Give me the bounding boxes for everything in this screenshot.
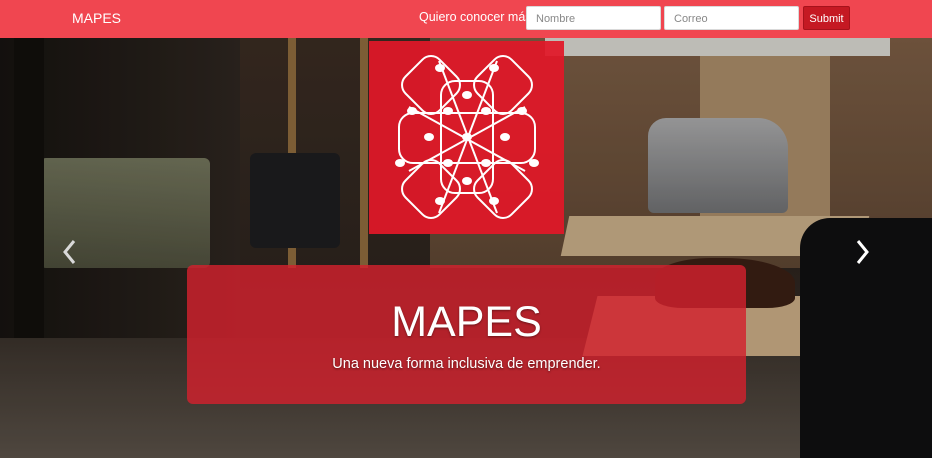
carousel-caption: MAPES Una nueva forma inclusiva de empre… [187,265,746,404]
brand-link[interactable]: MAPES [72,10,121,26]
mapes-logo [369,41,564,234]
signup-label: Quiero conocer más: [419,10,536,24]
chevron-right-icon [856,240,869,264]
submit-button[interactable]: Submit [803,6,850,30]
email-input[interactable]: Correo [664,6,799,30]
carousel-prev-button[interactable] [60,235,80,269]
chevron-left-icon [63,240,76,264]
navbar: MAPES Quiero conocer más: Nombre Correo … [0,0,932,38]
caption-subtitle: Una nueva forma inclusiva de emprender. [332,356,601,372]
carousel-next-button[interactable] [852,235,872,269]
caption-title: MAPES [391,298,542,346]
name-input[interactable]: Nombre [526,6,661,30]
mapes-logo-icon [395,55,539,219]
